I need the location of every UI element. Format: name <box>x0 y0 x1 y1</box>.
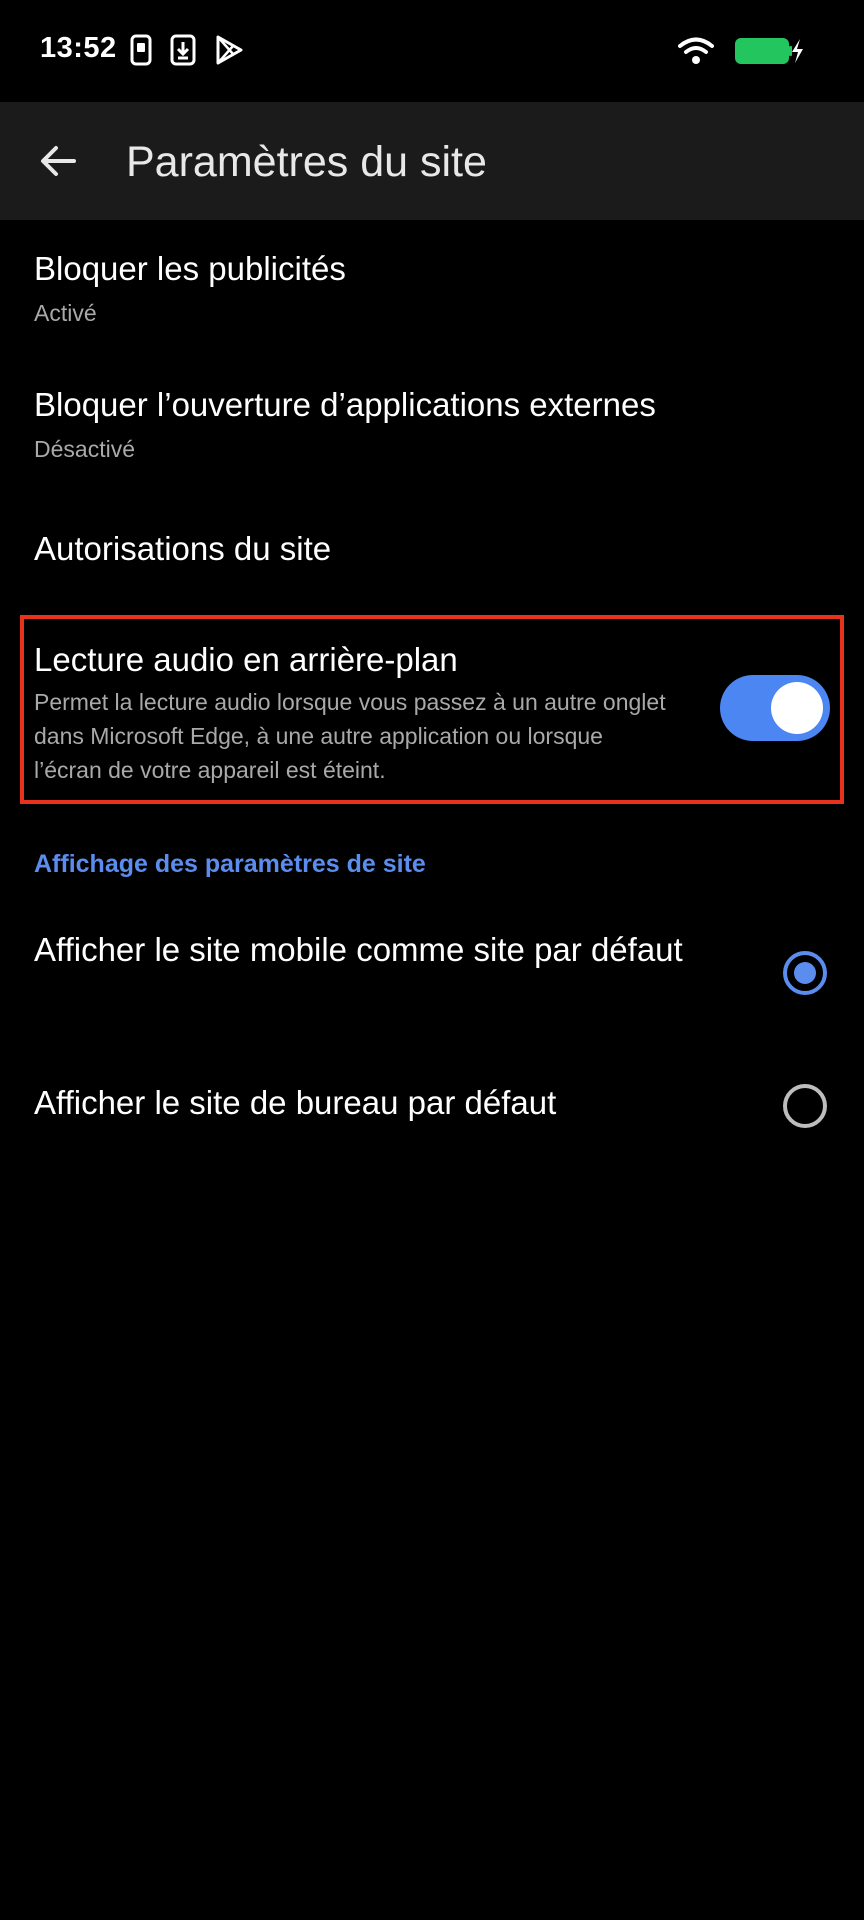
setting-block-external-apps-status: Désactivé <box>34 436 135 462</box>
radio-mobile-site[interactable] <box>783 951 827 995</box>
setting-site-permissions[interactable]: Autorisations du site <box>0 500 864 600</box>
arrow-left-icon <box>41 146 76 176</box>
status-time: 13:52 <box>40 32 117 64</box>
toggle-knob <box>771 682 823 734</box>
setting-block-ads[interactable]: Bloquer les publicités Activé <box>0 220 864 350</box>
setting-background-audio-description: Permet la lecture audio lorsque vous pas… <box>34 689 666 783</box>
radio-desktop-site[interactable] <box>783 1084 827 1128</box>
background-audio-toggle[interactable] <box>720 675 830 741</box>
back-button[interactable] <box>26 129 90 193</box>
radio-selected-dot <box>794 962 816 984</box>
status-system-icons <box>678 36 804 71</box>
setting-block-ads-status: Activé <box>34 300 97 326</box>
page-title: Paramètres du site <box>126 138 487 186</box>
screen: 13:52 Paramètres du site Bloquer les pub… <box>0 0 864 1920</box>
option-desktop-site[interactable]: Afficher le site de bureau par défaut <box>0 1064 864 1148</box>
status-bar: 13:52 <box>0 0 864 102</box>
option-desktop-site-label: Afficher le site de bureau par défaut <box>34 1084 557 1121</box>
setting-site-permissions-title: Autorisations du site <box>34 530 332 567</box>
battery-charging-icon <box>734 36 804 71</box>
status-notification-icons <box>130 34 244 66</box>
play-store-icon <box>214 34 244 66</box>
option-mobile-site-label: Afficher le site mobile comme site par d… <box>34 931 683 968</box>
download-icon <box>170 34 196 66</box>
setting-block-ads-title: Bloquer les publicités <box>34 250 346 287</box>
top-app-bar: Paramètres du site <box>0 102 864 220</box>
option-mobile-site[interactable]: Afficher le site mobile comme site par d… <box>0 912 864 1032</box>
sim-card-icon <box>130 34 152 66</box>
section-header-display: Affichage des paramètres de site <box>34 850 426 878</box>
wifi-icon <box>678 37 714 70</box>
setting-block-external-apps[interactable]: Bloquer l’ouverture d’applications exter… <box>0 356 864 486</box>
setting-block-external-apps-title: Bloquer l’ouverture d’applications exter… <box>34 386 656 423</box>
setting-background-audio-title: Lecture audio en arrière-plan <box>34 641 458 678</box>
